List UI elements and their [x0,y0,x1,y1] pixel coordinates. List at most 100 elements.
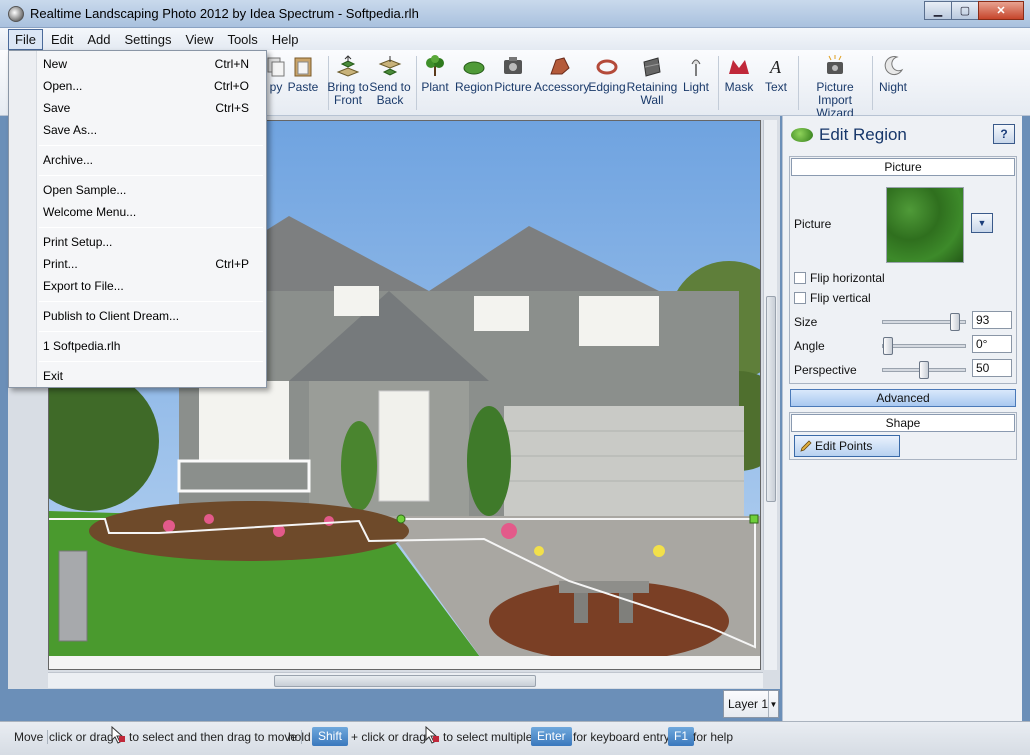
angle-slider-knob[interactable] [883,337,893,355]
horizontal-scrollbar[interactable] [48,672,763,688]
angle-input[interactable]: 0° [972,335,1012,353]
perspective-slider-knob[interactable] [919,361,929,379]
status-text: to select and then drag to move [129,730,303,744]
flip-horizontal-row[interactable]: Flip horizontal [794,271,885,285]
menu-item-save[interactable]: Save Ctrl+S [43,101,255,115]
menu-item-recent-file[interactable]: 1 Softpedia.rlh [43,339,255,353]
status-text: for help [693,730,734,744]
flip-vertical-checkbox[interactable] [794,292,806,304]
angle-slider[interactable] [882,337,966,355]
advanced-button[interactable]: Advanced [790,389,1016,407]
title-bar: Realtime Landscaping Photo 2012 by Idea … [0,0,1030,28]
paste-icon [294,57,312,77]
mask-icon [729,60,749,74]
app-icon[interactable] [8,6,24,22]
flip-vertical-label: Flip vertical [810,291,871,305]
text-icon: A [769,57,782,77]
night-tool[interactable]: Night [867,54,919,94]
maximize-button[interactable]: ▢ [951,1,979,20]
plant-icon [426,55,444,76]
vertical-scrollbar[interactable] [763,120,777,670]
tool-label: Text [764,80,787,94]
text-tool[interactable]: A Text [750,54,802,94]
menu-settings[interactable]: Settings [119,30,178,49]
menu-item-label: Open... [43,79,83,93]
vertical-scroll-thumb[interactable] [766,296,776,502]
perspective-slider[interactable] [882,361,966,379]
layer-select[interactable]: Layer 1 ▼ [723,690,779,718]
tool-label: Bring to Front [327,80,369,107]
pencil-icon [800,440,812,452]
menu-item-new[interactable]: New Ctrl+N [43,57,255,71]
light-icon [691,59,701,76]
shape-group-caption: Shape [791,414,1015,432]
menu-bar: File Edit Add Settings View Tools Help [0,28,1030,50]
menu-item-shortcut: Ctrl+S [215,101,249,115]
tool-label: Plant [421,80,449,94]
cursor-icon [111,726,125,744]
menu-item-label: Publish to Client Dream... [43,309,180,323]
menu-item-open[interactable]: Open... Ctrl+O [43,79,255,93]
menu-item-label: Exit [43,369,64,383]
minimize-button[interactable]: ▁ [924,1,952,20]
flip-vertical-row[interactable]: Flip vertical [794,291,871,305]
menu-item-publish-to-client-dream[interactable]: Publish to Client Dream... [43,309,255,323]
menu-item-export-to-file[interactable]: Export to File... [43,279,255,293]
menu-help[interactable]: Help [266,30,305,49]
advanced-group: Advanced [789,388,1017,408]
menu-item-print[interactable]: Print... Ctrl+P [43,257,255,271]
picture-dropdown-button[interactable]: ▼ [971,213,993,233]
menu-item-welcome-menu[interactable]: Welcome Menu... [43,205,255,219]
menu-item-archive[interactable]: Archive... [43,153,255,167]
size-slider-knob[interactable] [949,313,960,331]
menu-separator [39,361,263,362]
menu-item-label: Save As... [43,123,98,137]
f1-key-badge: F1 [668,727,695,746]
size-slider[interactable] [882,313,966,331]
region-icon [463,61,485,75]
close-button[interactable]: ✕ [978,1,1024,20]
send-to-back-icon [378,56,402,76]
menu-item-shortcut: Ctrl+P [215,257,249,271]
status-text: hold [288,730,311,744]
size-input[interactable]: 93 [972,311,1012,329]
picture-import-wizard-icon [827,55,843,74]
status-text: click or drag [49,730,114,744]
tool-label: Picture [494,80,532,94]
picture-label: Picture [794,217,832,231]
tool-label: Send to Back [369,80,411,107]
accessory-icon [550,57,570,75]
menu-item-print-setup[interactable]: Print Setup... [43,235,255,249]
shift-key-badge: Shift [312,727,349,746]
menu-separator [39,145,263,146]
flip-horizontal-checkbox[interactable] [794,272,806,284]
tool-label: Light [682,80,710,94]
panel-header: Edit Region ? [789,122,1017,148]
menu-view[interactable]: View [179,30,219,49]
menu-item-label: Welcome Menu... [43,205,137,219]
perspective-input[interactable]: 50 [972,359,1012,377]
horizontal-scroll-thumb[interactable] [274,675,536,687]
menu-separator [39,175,263,176]
picture-import-wizard-tool[interactable]: Picture Import Wizard [801,54,869,120]
tool-label: Picture Import Wizard [816,80,854,120]
menu-add[interactable]: Add [81,30,116,49]
picture-swatch[interactable] [886,187,964,263]
accessory-tool[interactable]: Accessory [534,54,589,94]
file-menu-dropdown: New Ctrl+N Open... Ctrl+O Save Ctrl+S Save … [8,50,267,388]
menu-tools[interactable]: Tools [221,30,263,49]
size-label: Size [794,315,818,329]
night-icon [884,56,904,76]
picture-tool[interactable]: Picture [487,54,539,94]
menu-item-label: New [43,57,68,71]
menu-edit[interactable]: Edit [45,30,79,49]
menu-item-exit[interactable]: Exit [43,369,255,383]
menu-item-shortcut: Ctrl+O [213,79,249,93]
edit-points-button[interactable]: Edit Points [794,435,900,457]
minimize-icon: ▁ [933,5,943,17]
menu-separator [39,301,263,302]
help-button[interactable]: ? [993,124,1015,144]
menu-file[interactable]: File [8,28,43,50]
menu-item-save-as[interactable]: Save As... [43,123,255,137]
menu-item-open-sample[interactable]: Open Sample... [43,183,255,197]
